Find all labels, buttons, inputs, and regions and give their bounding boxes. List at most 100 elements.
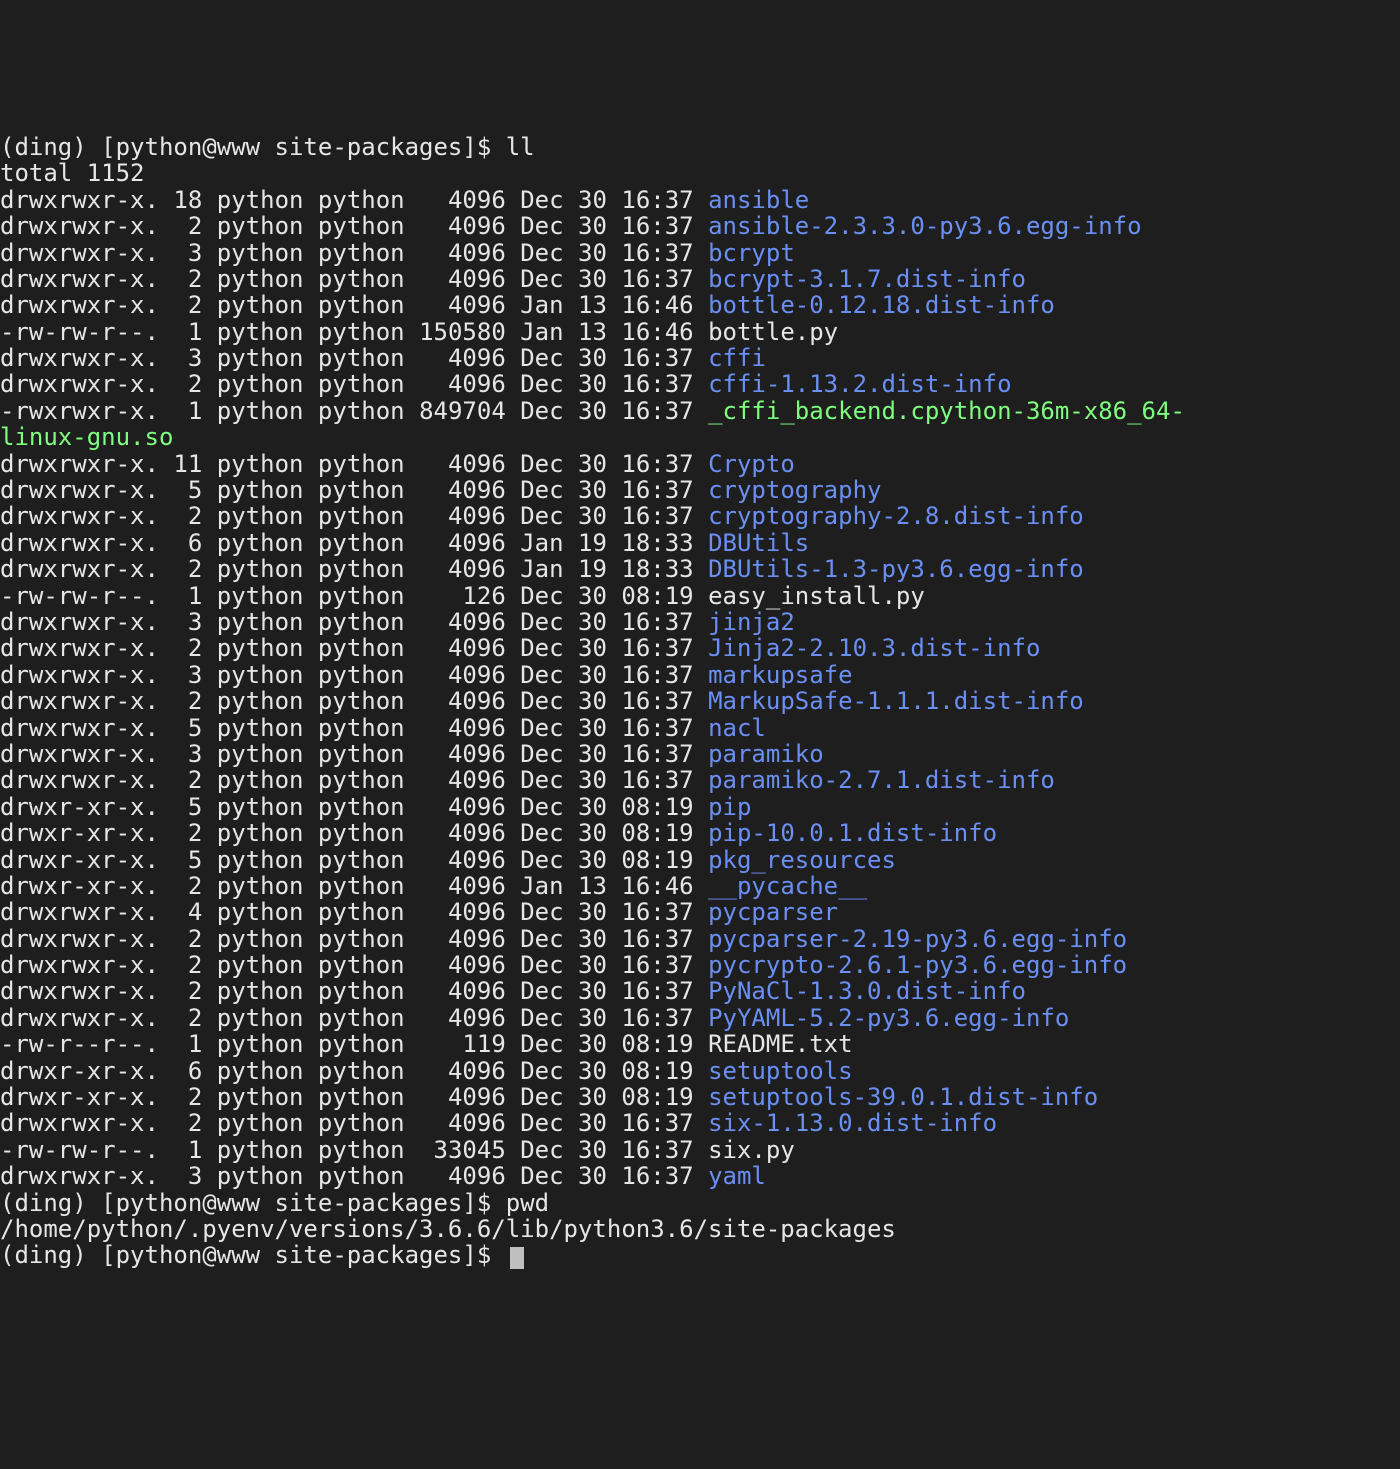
sep — [506, 1136, 520, 1164]
file-size: 4096 — [419, 898, 506, 926]
file-date: Jan 19 18:33 — [520, 529, 693, 557]
sep — [405, 661, 419, 689]
file-permissions: drwxrwxr-x. — [0, 1109, 159, 1137]
prompt-line: (ding) [python@www site-packages]$ pwd — [0, 1190, 1400, 1216]
sep — [202, 1083, 216, 1111]
file-group: python — [318, 634, 405, 662]
file-owner: python — [217, 766, 304, 794]
sep — [159, 608, 173, 636]
sep — [405, 1136, 419, 1164]
sep — [694, 793, 708, 821]
total-line: total 1152 — [0, 159, 145, 187]
file-link-count: 6 — [173, 529, 202, 557]
command-ll: ll — [506, 133, 535, 161]
sep — [694, 582, 708, 610]
sep — [405, 476, 419, 504]
sep — [405, 977, 419, 1005]
file-name: jinja2 — [708, 608, 795, 636]
file-group: python — [318, 239, 405, 267]
sep — [303, 265, 317, 293]
sep — [303, 450, 317, 478]
sep — [303, 318, 317, 346]
file-name: six.py — [708, 1136, 795, 1164]
sep — [506, 529, 520, 557]
sep — [506, 846, 520, 874]
cursor[interactable] — [510, 1247, 524, 1269]
file-size: 150580 — [419, 318, 506, 346]
file-owner: python — [217, 186, 304, 214]
sep — [506, 925, 520, 953]
file-date: Dec 30 16:37 — [520, 1109, 693, 1137]
sep — [303, 661, 317, 689]
sep — [506, 1109, 520, 1137]
sep — [506, 318, 520, 346]
sep — [506, 687, 520, 715]
file-owner: python — [217, 239, 304, 267]
file-owner: python — [217, 1136, 304, 1164]
file-link-count: 2 — [173, 212, 202, 240]
sep — [694, 951, 708, 979]
file-size: 4096 — [419, 714, 506, 742]
file-group: python — [318, 1057, 405, 1085]
file-name: six-1.13.0.dist-info — [708, 1109, 997, 1137]
file-row: drwxrwxr-x. 2 python python 4096 Jan 19 … — [0, 556, 1400, 582]
file-link-count: 2 — [173, 687, 202, 715]
file-name: cryptography — [708, 476, 881, 504]
sep — [202, 819, 216, 847]
sep — [506, 212, 520, 240]
sep — [202, 582, 216, 610]
file-row: drwxr-xr-x. 5 python python 4096 Dec 30 … — [0, 794, 1400, 820]
file-permissions: drwxr-xr-x. — [0, 1057, 159, 1085]
file-row: drwxrwxr-x. 2 python python 4096 Dec 30 … — [0, 503, 1400, 529]
sep — [159, 370, 173, 398]
sep — [303, 1083, 317, 1111]
file-date: Dec 30 08:19 — [520, 1083, 693, 1111]
sep — [506, 265, 520, 293]
sep — [405, 450, 419, 478]
file-row: drwxr-xr-x. 2 python python 4096 Dec 30 … — [0, 820, 1400, 846]
terminal-output[interactable]: (ding) [python@www site-packages]$ lltot… — [0, 132, 1400, 1269]
file-owner: python — [217, 714, 304, 742]
file-row: drwxrwxr-x. 3 python python 4096 Dec 30 … — [0, 1163, 1400, 1189]
sep — [202, 608, 216, 636]
file-name: cffi — [708, 344, 766, 372]
sep — [694, 344, 708, 372]
sep — [694, 1030, 708, 1058]
file-date: Dec 30 16:37 — [520, 766, 693, 794]
sep — [202, 898, 216, 926]
sep — [506, 951, 520, 979]
file-name: README.txt — [708, 1030, 853, 1058]
sep — [506, 714, 520, 742]
file-size: 4096 — [419, 740, 506, 768]
sep — [159, 1083, 173, 1111]
file-row: drwxrwxr-x. 3 python python 4096 Dec 30 … — [0, 609, 1400, 635]
sep — [694, 186, 708, 214]
sep — [405, 529, 419, 557]
file-size: 119 — [419, 1030, 506, 1058]
file-owner: python — [217, 1083, 304, 1111]
file-owner: python — [217, 1057, 304, 1085]
file-size: 126 — [419, 582, 506, 610]
sep — [202, 239, 216, 267]
sep — [303, 291, 317, 319]
file-date: Jan 13 16:46 — [520, 318, 693, 346]
file-permissions: drwxrwxr-x. — [0, 344, 159, 372]
sep — [303, 1136, 317, 1164]
file-name: paramiko — [708, 740, 824, 768]
file-size: 4096 — [419, 872, 506, 900]
file-link-count: 2 — [173, 291, 202, 319]
file-link-count: 3 — [173, 608, 202, 636]
file-group: python — [318, 344, 405, 372]
file-permissions: -rw-rw-r--. — [0, 1136, 159, 1164]
sep — [405, 265, 419, 293]
file-permissions: drwxr-xr-x. — [0, 793, 159, 821]
prompt-line: (ding) [python@www site-packages]$ ll — [0, 134, 1400, 160]
file-row: drwxrwxr-x. 3 python python 4096 Dec 30 … — [0, 240, 1400, 266]
sep — [405, 819, 419, 847]
file-group: python — [318, 318, 405, 346]
sep — [405, 344, 419, 372]
file-name: Jinja2-2.10.3.dist-info — [708, 634, 1040, 662]
sep — [202, 714, 216, 742]
sep — [303, 793, 317, 821]
file-permissions: drwxrwxr-x. — [0, 476, 159, 504]
